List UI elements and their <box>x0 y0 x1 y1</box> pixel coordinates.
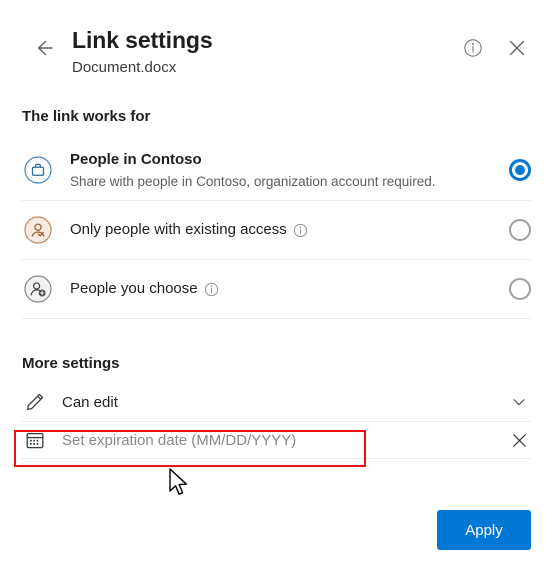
permission-label: Can edit <box>62 393 118 411</box>
dialog-footer: Apply <box>0 495 553 569</box>
option-description: Share with people in Contoso, organizati… <box>70 173 436 189</box>
more-settings-list: Can edit Set expiration date (MM/DD/YYYY… <box>0 383 553 459</box>
option-row-existing-access[interactable]: Only people with existing access <box>0 201 553 259</box>
row-divider <box>22 458 531 459</box>
info-icon <box>293 223 307 237</box>
chevron-down-icon <box>513 399 525 406</box>
option-text-people-you-choose: People you choose <box>70 279 497 299</box>
setting-row-expiration-date[interactable]: Set expiration date (MM/DD/YYYY) <box>0 422 553 458</box>
section-title-link-works-for: The link works for <box>22 108 151 125</box>
option-label-wrap: Only people with existing access <box>70 220 497 240</box>
arrow-left-icon <box>37 40 53 56</box>
page-subtitle: Document.docx <box>72 59 177 76</box>
close-icon <box>512 433 526 447</box>
pencil-icon <box>22 389 48 415</box>
option-row-people-in-contoso[interactable]: People in Contoso Share with people in C… <box>0 140 553 200</box>
calendar-icon <box>22 427 48 453</box>
expiration-date-input[interactable]: Set expiration date (MM/DD/YYYY) <box>62 432 507 449</box>
info-icon <box>464 39 482 57</box>
radio-people-you-choose[interactable] <box>509 278 531 300</box>
info-icon-existing-access[interactable] <box>293 223 308 238</box>
radio-people-in-contoso[interactable] <box>509 159 531 181</box>
permission-dropdown-toggle[interactable] <box>507 390 531 414</box>
info-button[interactable] <box>459 34 487 62</box>
person-check-circle-icon <box>22 214 54 246</box>
option-text-people-in-contoso: People in Contoso Share with people in C… <box>70 150 497 191</box>
info-icon <box>204 282 218 296</box>
person-add-circle-icon <box>22 273 54 305</box>
link-audience-option-list: People in Contoso Share with people in C… <box>0 140 553 319</box>
option-label: People in Contoso <box>70 150 202 168</box>
radio-existing-access[interactable] <box>509 219 531 241</box>
page-title: Link settings <box>72 27 213 53</box>
apply-button[interactable]: Apply <box>437 510 531 550</box>
option-label: Only people with existing access <box>70 221 287 238</box>
option-label-wrap: People you choose <box>70 279 497 299</box>
briefcase-circle-icon <box>22 154 54 186</box>
dialog-header: Link settings Document.docx <box>0 0 553 92</box>
setting-row-permission[interactable]: Can edit <box>0 383 553 421</box>
title-block: Link settings Document.docx <box>72 25 213 79</box>
header-actions <box>459 34 531 62</box>
close-button[interactable] <box>503 34 531 62</box>
info-icon-people-you-choose[interactable] <box>204 282 219 297</box>
clear-expiration-button[interactable] <box>507 428 531 452</box>
row-divider <box>22 318 531 319</box>
close-icon <box>509 40 525 56</box>
section-title-more-settings: More settings <box>22 355 120 372</box>
back-button[interactable] <box>26 31 60 65</box>
option-text-existing-access: Only people with existing access <box>70 220 497 240</box>
option-label: People you choose <box>70 280 198 297</box>
option-row-people-you-choose[interactable]: People you choose <box>0 260 553 318</box>
